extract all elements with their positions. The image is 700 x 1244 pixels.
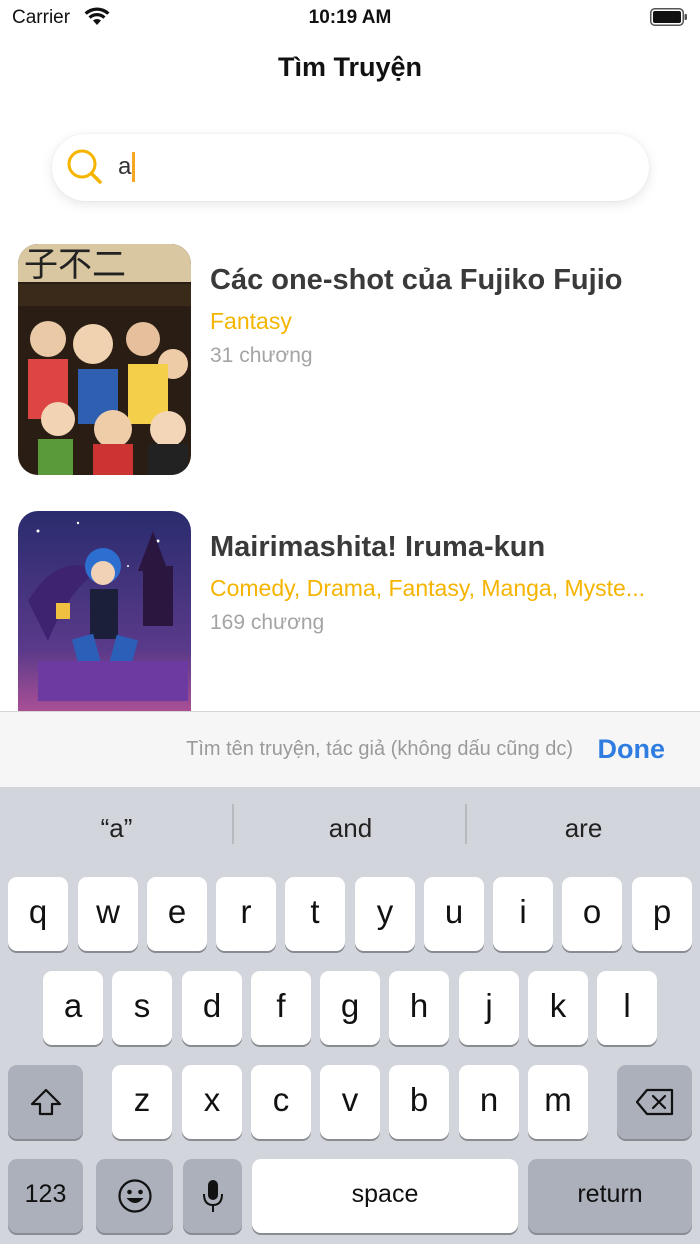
key-k[interactable]: k: [528, 971, 588, 1045]
key-w[interactable]: w: [78, 877, 138, 951]
backspace-icon: [635, 1088, 673, 1116]
suggestion-item[interactable]: and: [234, 813, 467, 844]
status-bar: Carrier 10:19 AM: [0, 0, 700, 36]
key-c[interactable]: c: [251, 1065, 311, 1139]
key-y[interactable]: y: [355, 877, 415, 951]
text-caret: [132, 152, 136, 182]
key-i[interactable]: i: [493, 877, 553, 951]
search-bar[interactable]: a: [52, 134, 649, 201]
suggestion-item[interactable]: “a”: [0, 813, 233, 844]
page-title: Tìm Truyện: [277, 52, 423, 82]
delete-key[interactable]: [617, 1065, 692, 1139]
keyboard-accessory-bar: Tìm tên truyện, tác giả (không dấu cũng …: [0, 711, 700, 788]
emoji-icon: [117, 1179, 152, 1213]
space-key[interactable]: space: [252, 1159, 518, 1233]
emoji-key[interactable]: [96, 1159, 173, 1233]
svg-text:子不二: 子不二: [24, 245, 126, 285]
search-input[interactable]: a: [118, 152, 136, 182]
key-u[interactable]: u: [424, 877, 484, 951]
search-screen: Carrier 10:19 AM Tìm Truyện a 子不二 Các on…: [0, 0, 700, 1244]
key-s[interactable]: s: [112, 971, 172, 1045]
key-m[interactable]: m: [528, 1065, 588, 1139]
keyboard: “a” and are q w e r t y u i o p a s d f …: [0, 787, 700, 1244]
shift-icon: [30, 1088, 61, 1116]
result-genres: Comedy, Drama, Fantasy, Manga, Myste...: [210, 575, 646, 601]
search-hint-text: Tìm tên truyện, tác giả (không dấu cũng …: [186, 738, 573, 760]
result-chapter-count: 169 chương: [210, 611, 325, 634]
suggestion-bar: “a” and are: [0, 787, 700, 871]
result-item[interactable]: Mairimashita! Iruma-kun Comedy, Drama, F…: [0, 511, 700, 742]
result-title: Các one-shot của Fujiko Fujio: [210, 264, 623, 296]
key-d[interactable]: d: [182, 971, 242, 1045]
result-item[interactable]: 子不二 Các one-shot của Fujiko Fujio Fantas…: [0, 244, 700, 476]
key-v[interactable]: v: [320, 1065, 380, 1139]
battery-icon: [650, 8, 687, 26]
result-title: Mairimashita! Iruma-kun: [210, 531, 546, 563]
search-icon: [67, 149, 102, 184]
key-t[interactable]: t: [285, 877, 345, 951]
search-query-text: a: [118, 153, 132, 180]
key-e[interactable]: e: [147, 877, 207, 951]
key-j[interactable]: j: [459, 971, 519, 1045]
microphone-icon: [202, 1180, 223, 1212]
key-p[interactable]: p: [632, 877, 692, 951]
manga-cover-image: [18, 511, 191, 742]
key-n[interactable]: n: [459, 1065, 519, 1139]
return-key[interactable]: return: [528, 1159, 692, 1233]
key-g[interactable]: g: [320, 971, 380, 1045]
key-x[interactable]: x: [182, 1065, 242, 1139]
result-chapter-count: 31 chương: [210, 344, 313, 367]
dictation-key[interactable]: [183, 1159, 242, 1233]
status-time: 10:19 AM: [308, 7, 392, 28]
key-l[interactable]: l: [597, 971, 657, 1045]
key-f[interactable]: f: [251, 971, 311, 1045]
done-button[interactable]: Done: [598, 734, 666, 765]
result-genres: Fantasy: [210, 308, 292, 334]
shift-key[interactable]: [8, 1065, 83, 1139]
key-r[interactable]: r: [216, 877, 276, 951]
numbers-key[interactable]: 123: [8, 1159, 83, 1233]
key-h[interactable]: h: [389, 971, 449, 1045]
key-b[interactable]: b: [389, 1065, 449, 1139]
manga-cover-image: 子不二: [18, 244, 191, 475]
key-z[interactable]: z: [112, 1065, 172, 1139]
key-a[interactable]: a: [43, 971, 103, 1045]
suggestion-item[interactable]: are: [467, 813, 700, 844]
key-o[interactable]: o: [562, 877, 622, 951]
key-q[interactable]: q: [8, 877, 68, 951]
